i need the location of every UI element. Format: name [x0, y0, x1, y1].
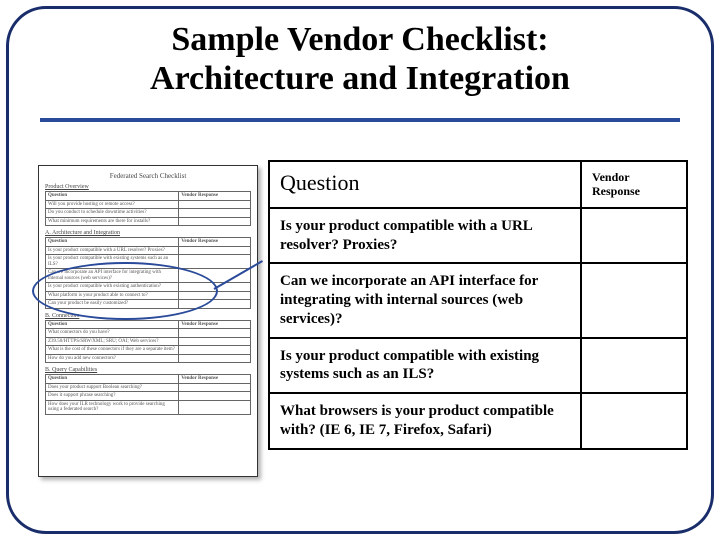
question-cell: Is your product compatible with existing… — [269, 338, 581, 394]
thumb-table-b: QuestionVendor Response Is your product … — [45, 237, 251, 309]
table-row: Is your product compatible with existing… — [269, 338, 687, 394]
thumb-table-c: QuestionVendor Response What connectors … — [45, 320, 251, 364]
slide-title: Sample Vendor Checklist: Architecture an… — [0, 20, 720, 98]
thumb-title: Federated Search Checklist — [39, 172, 257, 180]
thumb-section-d: B. Query Capabilities — [45, 367, 251, 373]
checklist-table: Question Vendor Response Is your product… — [268, 160, 688, 450]
thumb-table-a: QuestionVendor Response Will you provide… — [45, 191, 251, 226]
question-cell: What browsers is your product compatible… — [269, 393, 581, 449]
thumb-section-a: Product Overview — [45, 184, 251, 190]
thumb-table-d: QuestionVendor Response Does your produc… — [45, 374, 251, 415]
title-line-2: Architecture and Integration — [150, 60, 570, 97]
header-question: Question — [269, 161, 581, 208]
title-underline — [40, 118, 680, 122]
thumb-section-b: A. Architecture and Integration — [45, 230, 251, 236]
table-row: Is your product compatible with a URL re… — [269, 208, 687, 264]
response-cell — [581, 263, 687, 337]
table-row: Can we incorporate an API interface for … — [269, 263, 687, 337]
document-thumbnail: Federated Search Checklist Product Overv… — [38, 165, 258, 477]
header-response: Vendor Response — [581, 161, 687, 208]
question-cell: Can we incorporate an API interface for … — [269, 263, 581, 337]
title-line-1: Sample Vendor Checklist: — [171, 21, 548, 58]
question-cell: Is your product compatible with a URL re… — [269, 208, 581, 264]
response-cell — [581, 338, 687, 394]
table-header-row: Question Vendor Response — [269, 161, 687, 208]
thumb-section-c: B. Connectors — [45, 313, 251, 319]
response-cell — [581, 393, 687, 449]
table-row: What browsers is your product compatible… — [269, 393, 687, 449]
response-cell — [581, 208, 687, 264]
